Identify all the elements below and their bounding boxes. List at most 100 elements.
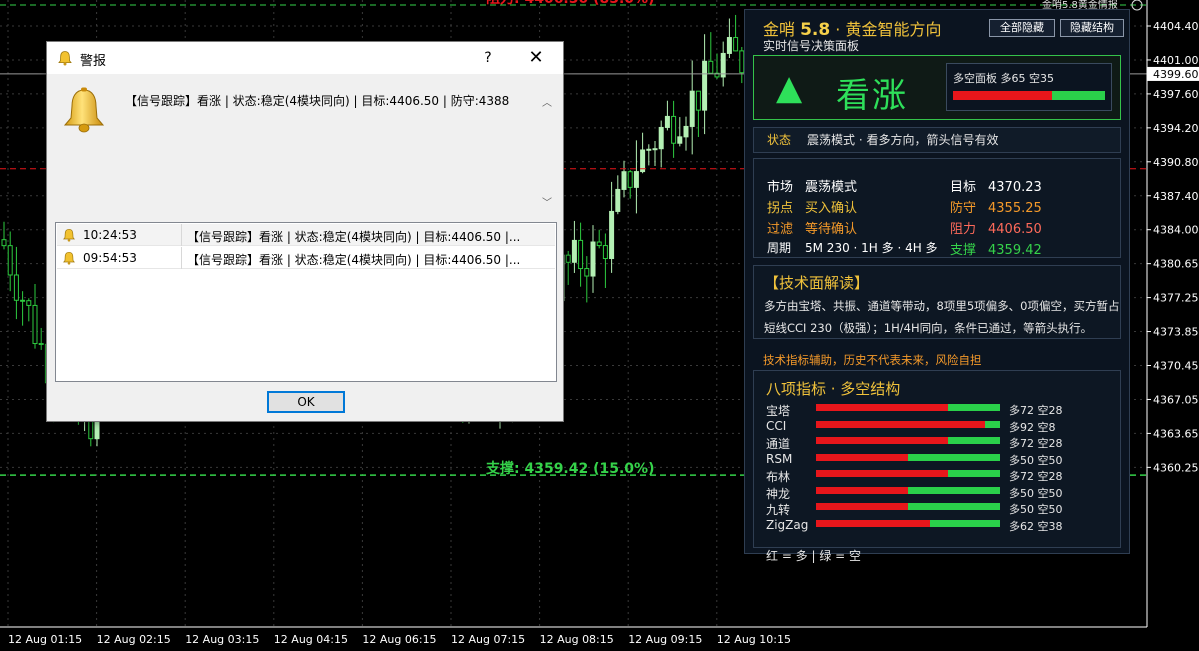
bell-icon bbox=[63, 228, 75, 242]
candle-body bbox=[26, 300, 32, 306]
price-tick-label: 4367.05 bbox=[1153, 393, 1199, 406]
candle-body bbox=[578, 239, 584, 270]
price-tick-label: 4373.85 bbox=[1153, 326, 1199, 339]
indicator-bar bbox=[816, 453, 1000, 461]
candle-body bbox=[584, 268, 590, 277]
alert-time: 10:24:53 bbox=[83, 228, 137, 242]
candle-body bbox=[658, 126, 664, 150]
dialog-titlebar[interactable]: 警报 ? ✕ bbox=[47, 42, 563, 74]
candle-body bbox=[596, 241, 602, 247]
ratio-bar bbox=[953, 91, 1105, 100]
time-tick-label: 12 Aug 01:15 bbox=[8, 633, 82, 646]
price-tick-label: 4387.40 bbox=[1153, 190, 1199, 203]
technical-analysis-box: 【技术面解读】 多方由宝塔、共振、通道等带动，8项里5项偏多、0项偏空，买方暂占… bbox=[753, 265, 1121, 339]
candle-body bbox=[1, 239, 7, 247]
candle-body bbox=[38, 343, 44, 346]
info-period: 周期 5M 230 · 1H 多 · 4H 多 bbox=[767, 241, 938, 255]
tech-line-1: 多方由宝塔、共振、通道等带动，8项里5项偏多、0项偏空，买方暂占主 bbox=[764, 299, 1121, 313]
info-support: 支撑 4359.42 bbox=[950, 243, 1042, 258]
candle-body bbox=[633, 171, 639, 188]
indicator-row: 通道 多72 空28 bbox=[766, 435, 1116, 451]
indicators-title: 八项指标 · 多空结构 bbox=[766, 380, 901, 398]
candle-body bbox=[664, 115, 670, 128]
candle-body bbox=[32, 304, 38, 345]
signal-text: 看涨 bbox=[836, 76, 908, 116]
message-scrollbar[interactable]: ︿ ﹀ bbox=[539, 80, 555, 214]
candle-body bbox=[621, 171, 627, 190]
indicator-fill-long bbox=[816, 470, 949, 477]
long-short-ratio-box: 多空面板 多65 空35 bbox=[946, 63, 1112, 111]
candle-body bbox=[646, 148, 652, 151]
scroll-up-icon[interactable]: ︿ bbox=[542, 94, 552, 109]
indicator-fill-long bbox=[816, 404, 949, 411]
time-tick-label: 12 Aug 08:15 bbox=[540, 633, 614, 646]
price-tick-label: 4401.00 bbox=[1153, 54, 1199, 67]
large-bell-icon bbox=[63, 87, 105, 133]
indicator-name: 布林 bbox=[766, 470, 791, 484]
price-tick-label: 4360.25 bbox=[1153, 461, 1199, 474]
status-row: 状态 震荡模式 · 看多方向，箭头信号有效 bbox=[753, 127, 1121, 153]
indicator-value: 多72 空28 bbox=[1009, 437, 1063, 450]
info-market: 市场 震荡模式 bbox=[767, 180, 858, 195]
candle-body bbox=[695, 90, 701, 111]
bell-icon bbox=[58, 51, 72, 66]
candle-body bbox=[602, 245, 608, 260]
indicator-bar bbox=[816, 486, 1000, 494]
alert-history-list[interactable]: 10:24:53 【信号跟踪】看涨 | 状态:稳定(4模块同向) | 目标:44… bbox=[55, 222, 557, 382]
time-tick-label: 12 Aug 10:15 bbox=[717, 633, 791, 646]
bell-icon bbox=[63, 251, 75, 265]
indicator-row: CCI 多92 空8 bbox=[766, 419, 1116, 434]
candle-body bbox=[671, 115, 677, 144]
indicator-fill-long bbox=[816, 453, 908, 461]
indicator-name: 九转 bbox=[766, 503, 791, 517]
list-item[interactable]: 09:54:53 【信号跟踪】看涨 | 状态:稳定(4模块同向) | 目标:44… bbox=[57, 247, 555, 269]
indicator-row: 宝塔 多72 空28 bbox=[766, 402, 1116, 418]
indicator-bar bbox=[816, 404, 1000, 411]
candle-body bbox=[677, 136, 683, 144]
alert-message-area[interactable]: 【信号跟踪】看涨 | 状态:稳定(4模块同向) | 目标:4406.50 | 防… bbox=[55, 80, 555, 216]
tech-line-2: 短线CCI 230（极强）；1H/4H同向，条件已通过，等箭头执行。 bbox=[764, 321, 1093, 335]
up-arrow-icon: ▲ bbox=[776, 68, 803, 108]
price-tick-label: 4397.60 bbox=[1153, 88, 1199, 101]
tech-title: 【技术面解读】 bbox=[764, 274, 870, 292]
candle-body bbox=[652, 148, 658, 151]
candle-body bbox=[720, 52, 726, 78]
indicators-box: 八项指标 · 多空结构 宝塔 多72 空28 CCI 多92 空8 通道 多72 空28 R… bbox=[753, 370, 1121, 563]
indicator-fill-long bbox=[816, 519, 931, 527]
ok-button[interactable]: OK bbox=[267, 391, 345, 413]
candle-body bbox=[13, 274, 19, 301]
candle-body bbox=[20, 299, 26, 302]
candle-body bbox=[615, 188, 621, 212]
indicator-value: 多50 空50 bbox=[1009, 486, 1063, 500]
indicator-bar bbox=[816, 470, 1000, 477]
indicator-row: ZigZag 多62 空38 bbox=[766, 518, 1116, 533]
time-tick-label: 12 Aug 04:15 bbox=[274, 633, 348, 646]
indicator-fill-long bbox=[816, 420, 986, 428]
close-button[interactable]: ✕ bbox=[525, 47, 547, 69]
ratio-label: 多空面板 多65 空35 bbox=[953, 72, 1054, 85]
indicator-fill-long bbox=[816, 437, 949, 444]
signal-dashboard-panel: 金哨 5.8 · 黄金智能方向 实时信号决策面板 全部隐藏 隐藏结构 ▲ 看涨 … bbox=[744, 9, 1130, 563]
help-button[interactable]: ? bbox=[477, 47, 499, 69]
price-tick-label: 4377.25 bbox=[1153, 292, 1199, 305]
time-tick-label: 12 Aug 06:15 bbox=[362, 633, 436, 646]
alert-time: 09:54:53 bbox=[83, 251, 137, 265]
color-legend: 红 = 多 | 绿 = 空 bbox=[766, 549, 862, 563]
current-price-label: 4399.60 bbox=[1153, 68, 1199, 81]
candle-body bbox=[683, 125, 689, 138]
info-target: 目标 4370.23 bbox=[950, 180, 1042, 195]
market-info-box: 市场 震荡模式 拐点 买入确认 过滤 等待确认 周期 5M 230 · 1H 多 · 4… bbox=[753, 158, 1121, 258]
list-item[interactable]: 10:24:53 【信号跟踪】看涨 | 状态:稳定(4模块同向) | 目标:44… bbox=[57, 224, 555, 246]
price-tick-label: 4394.20 bbox=[1153, 122, 1199, 135]
alert-row-message: 【信号跟踪】看涨 | 状态:稳定(4模块同向) | 目标:4406.50 |..… bbox=[187, 253, 521, 267]
indicator-bar bbox=[816, 437, 1000, 444]
indicator-bar bbox=[816, 503, 1000, 510]
price-tick-label: 4384.00 bbox=[1153, 224, 1199, 237]
hide-all-button[interactable]: 全部隐藏 bbox=[989, 19, 1055, 37]
scroll-down-icon[interactable]: ﹀ bbox=[542, 194, 552, 209]
indicator-value: 多72 空28 bbox=[1009, 404, 1063, 417]
indicator-name: 神龙 bbox=[766, 486, 791, 501]
hide-structure-button[interactable]: 隐藏结构 bbox=[1060, 19, 1124, 37]
price-tick-label: 4380.65 bbox=[1153, 258, 1199, 271]
indicator-value: 多50 空50 bbox=[1009, 503, 1063, 516]
